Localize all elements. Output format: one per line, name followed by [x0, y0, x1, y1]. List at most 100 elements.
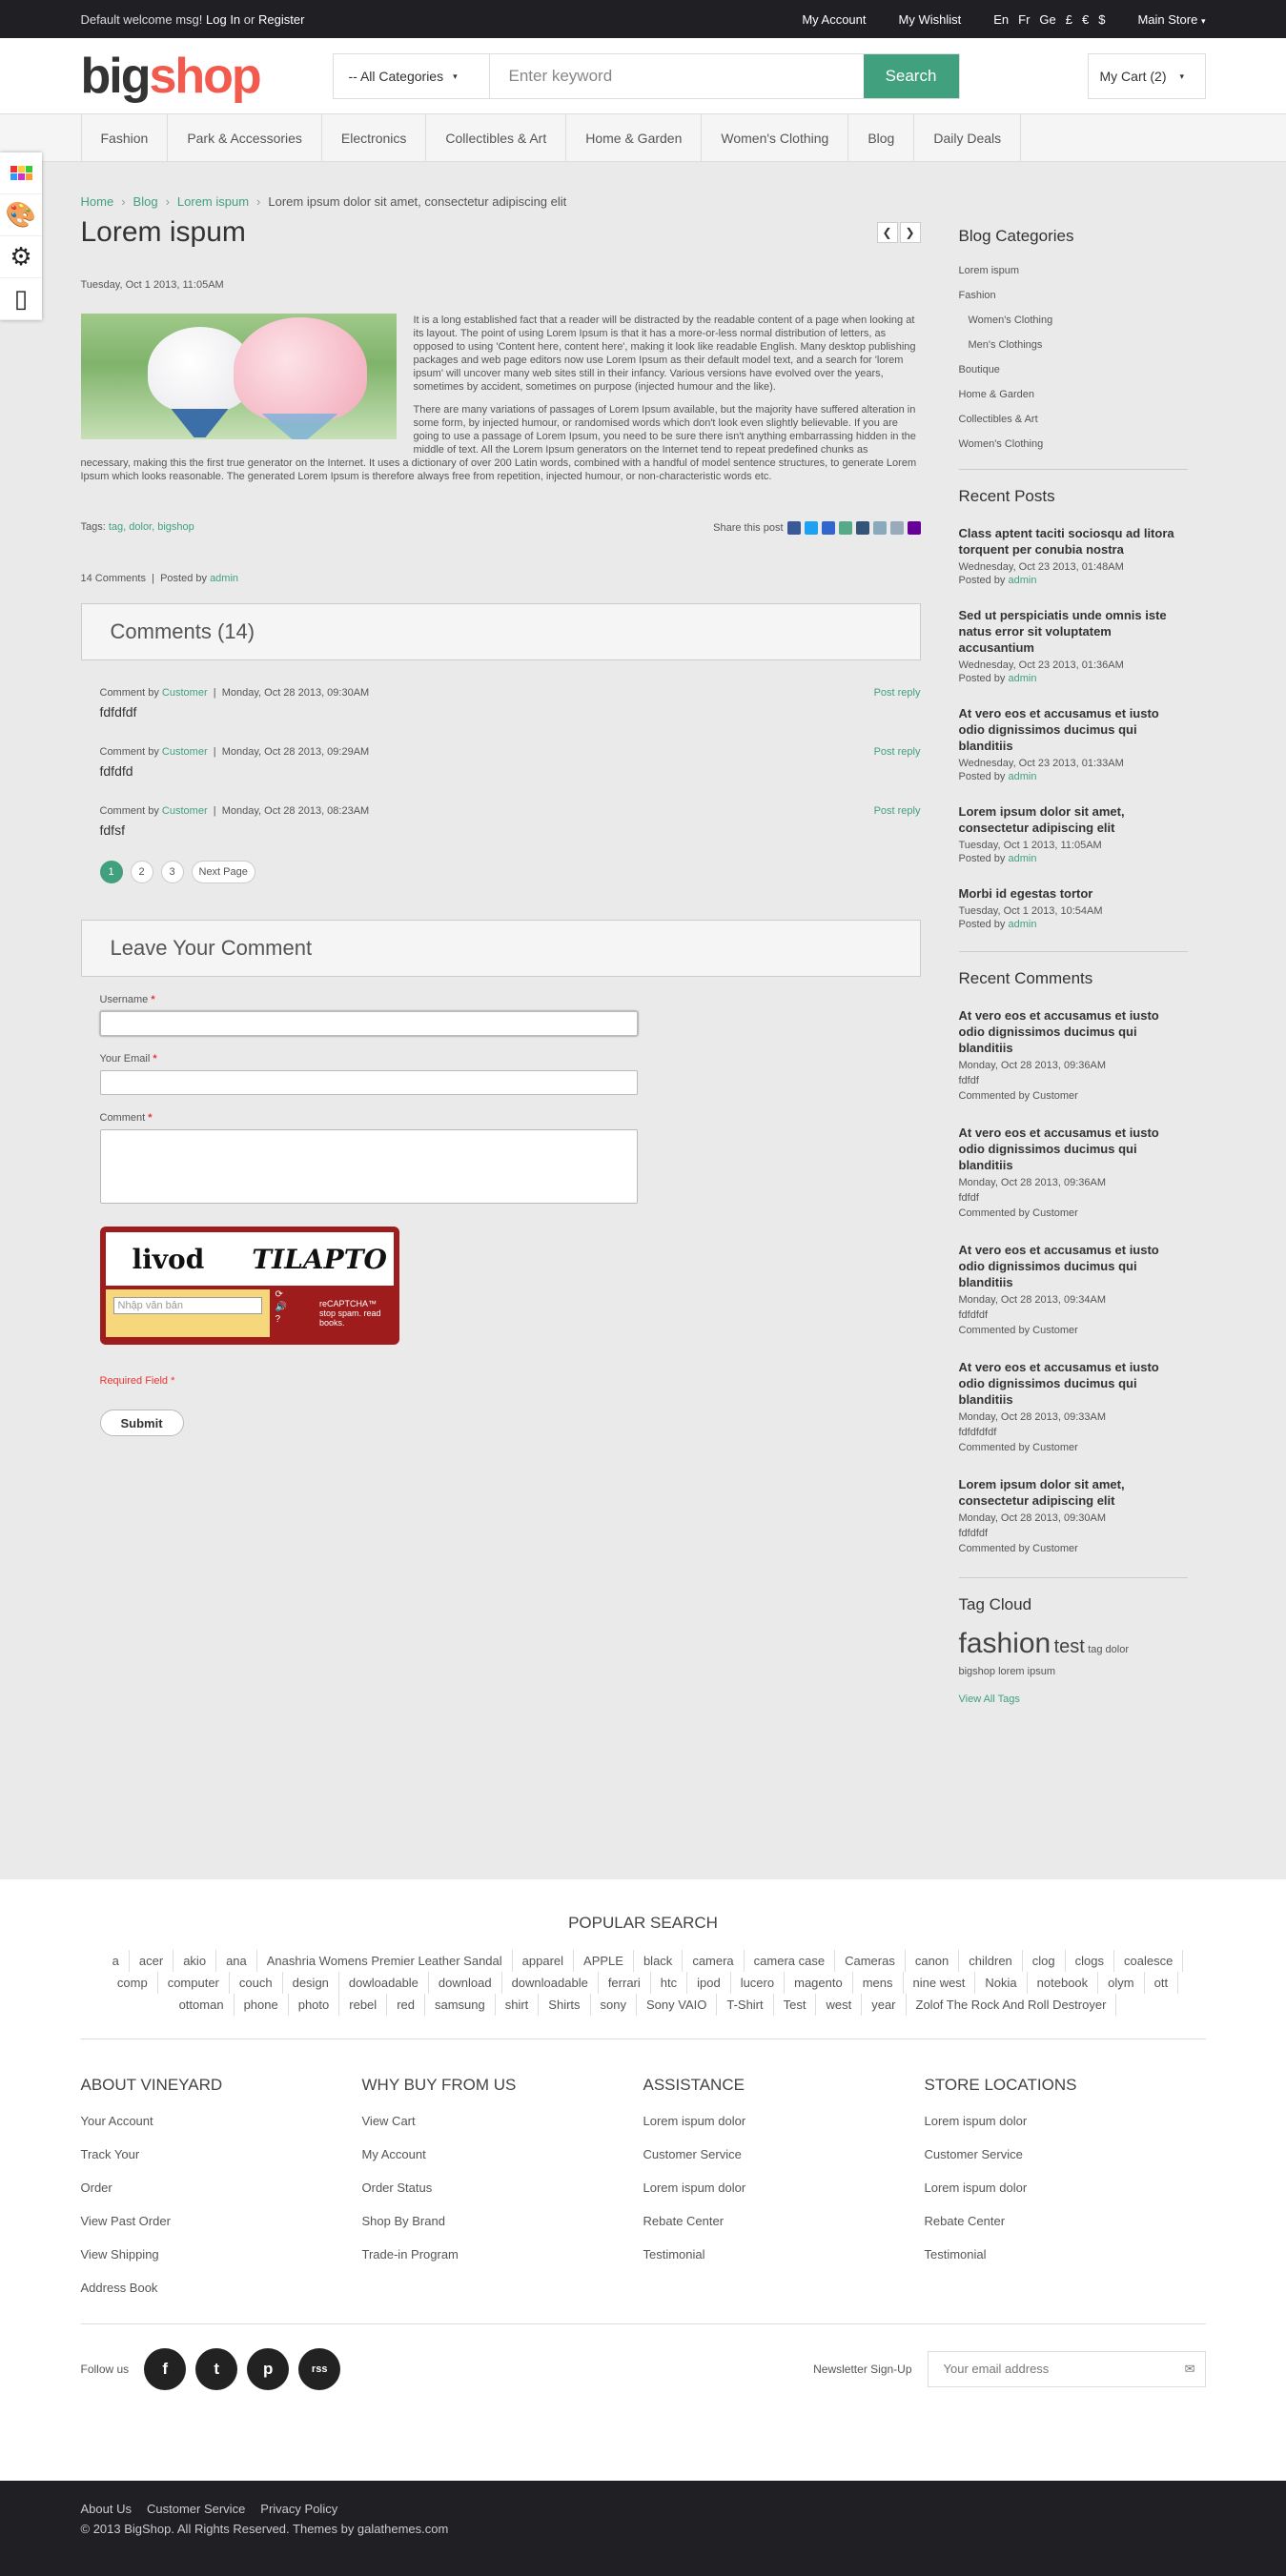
popular-search-link[interactable]: couch	[230, 1972, 283, 1994]
about-us-link[interactable]: About Us	[81, 2502, 132, 2516]
login-link[interactable]: Log In	[206, 12, 240, 27]
popular-search-link[interactable]: phone	[235, 1994, 289, 2016]
tag-link[interactable]: bigshop lorem ipsum	[959, 1666, 1056, 1677]
author-link[interactable]: admin	[1008, 919, 1036, 930]
twitter-icon[interactable]: t	[195, 2347, 238, 2390]
popular-search-link[interactable]: APPLE	[574, 1950, 634, 1972]
popular-search-link[interactable]: ottoman	[170, 1994, 235, 2016]
popular-search-link[interactable]: download	[429, 1972, 502, 1994]
popular-search-link[interactable]: olym	[1098, 1972, 1145, 1994]
footer-link[interactable]: My Account	[362, 2147, 643, 2161]
popular-search-link[interactable]: magento	[785, 1972, 853, 1994]
post-reply-link[interactable]: Post reply	[874, 746, 921, 758]
newsletter-email-input[interactable]: Your email address ✉	[927, 2350, 1206, 2387]
reddit-icon[interactable]	[872, 521, 887, 535]
author-link[interactable]: admin	[210, 573, 238, 584]
privacy-policy-link[interactable]: Privacy Policy	[260, 2502, 337, 2516]
footer-link[interactable]: View Cart	[362, 2114, 643, 2128]
footer-link[interactable]: Track Your	[81, 2147, 362, 2161]
popular-search-link[interactable]: ferrari	[599, 1972, 651, 1994]
category-link[interactable]: Lorem ispum	[959, 265, 1188, 276]
stumble-icon[interactable]	[838, 521, 852, 535]
popular-search-link[interactable]: clogs	[1066, 1950, 1115, 1972]
tag-link[interactable]: tag dolor	[1088, 1644, 1129, 1655]
footer-link[interactable]: Order	[81, 2180, 362, 2195]
author-link[interactable]: admin	[1008, 853, 1036, 864]
yahoo-icon[interactable]	[907, 521, 921, 535]
category-link[interactable]: Home & Garden	[959, 389, 1188, 400]
popular-search-link[interactable]: year	[862, 1994, 907, 2016]
footer-link[interactable]: Lorem ispum dolor	[643, 2114, 925, 2128]
gear-icon[interactable]: ⚙	[0, 236, 42, 278]
popular-search-link[interactable]: ott	[1145, 1972, 1179, 1994]
nav-electronics[interactable]: Electronics	[320, 114, 425, 162]
nav-blog[interactable]: Blog	[847, 114, 913, 162]
popular-search-link[interactable]: photo	[289, 1994, 340, 2016]
cart-button[interactable]: My Cart (2) ▾	[1087, 53, 1206, 99]
username-input[interactable]	[99, 1011, 638, 1036]
submit-button[interactable]: Submit	[99, 1410, 184, 1436]
customer-service-link[interactable]: Customer Service	[147, 2502, 245, 2516]
page-2[interactable]: 2	[130, 861, 153, 883]
comment-textarea[interactable]	[99, 1129, 638, 1204]
popular-search-link[interactable]: akio	[174, 1950, 217, 1972]
popular-search-link[interactable]: children	[959, 1950, 1023, 1972]
popular-search-link[interactable]: design	[283, 1972, 339, 1994]
email-input[interactable]	[99, 1070, 638, 1095]
audio-icon[interactable]: 🔊	[276, 1302, 287, 1312]
popular-search-link[interactable]: comp	[108, 1972, 158, 1994]
footer-link[interactable]: View Shipping	[81, 2247, 362, 2262]
popular-search-link[interactable]: shirt	[496, 1994, 540, 2016]
popular-search-link[interactable]: camera case	[745, 1950, 836, 1972]
nav-womens-clothing[interactable]: Women's Clothing	[701, 114, 847, 162]
captcha-input[interactable]: Nhập văn bản	[112, 1297, 262, 1314]
popular-search-link[interactable]: west	[816, 1994, 863, 2016]
recent-post-link[interactable]: Class aptent taciti sociosqu ad litora t…	[959, 525, 1188, 558]
breadcrumb-category[interactable]: Lorem ispum	[177, 194, 249, 209]
category-link[interactable]: Collectibles & Art	[959, 414, 1188, 425]
popular-search-link[interactable]: ipod	[687, 1972, 731, 1994]
popular-search-link[interactable]: black	[634, 1950, 684, 1972]
recent-comment-link[interactable]: Lorem ipsum dolor sit amet, consectetur …	[959, 1476, 1188, 1509]
popular-search-link[interactable]: sony	[591, 1994, 637, 2016]
lang-fr[interactable]: Fr	[1018, 12, 1030, 27]
envelope-icon[interactable]: ✉	[1185, 2362, 1195, 2377]
palette-icon[interactable]: 🎨	[0, 194, 42, 236]
view-all-tags-link[interactable]: View All Tags	[959, 1694, 1020, 1705]
lang-en[interactable]: En	[993, 12, 1009, 27]
category-link[interactable]: Boutique	[959, 364, 1188, 375]
footer-link[interactable]: Trade-in Program	[362, 2247, 643, 2262]
help-icon[interactable]: ?	[276, 1314, 287, 1325]
facebook-icon[interactable]: f	[144, 2347, 187, 2390]
popular-search-link[interactable]: lucero	[731, 1972, 786, 1994]
popular-search-link[interactable]: acer	[130, 1950, 174, 1972]
store-switcher[interactable]: Main Store ▾	[1137, 12, 1205, 27]
search-input[interactable]: Enter keyword	[490, 54, 864, 98]
footer-link[interactable]: Customer Service	[925, 2147, 1206, 2161]
post-reply-link[interactable]: Post reply	[874, 805, 921, 817]
next-post-icon[interactable]: ❯	[899, 222, 921, 243]
page-3[interactable]: 3	[160, 861, 184, 883]
popular-search-link[interactable]: apparel	[513, 1950, 575, 1972]
footer-link[interactable]: View Past Order	[81, 2214, 362, 2228]
popular-search-link[interactable]: Nokia	[975, 1972, 1028, 1994]
popular-search-link[interactable]: red	[387, 1994, 425, 2016]
post-reply-link[interactable]: Post reply	[874, 687, 921, 699]
popular-search-link[interactable]: canon	[906, 1950, 960, 1972]
footer-link[interactable]: Lorem ispum dolor	[925, 2180, 1206, 2195]
rss-icon[interactable]: rss	[298, 2347, 341, 2390]
popular-search-link[interactable]: clog	[1023, 1950, 1066, 1972]
category-link[interactable]: Men's Clothings	[959, 339, 1188, 351]
color-swatch-icon[interactable]	[0, 152, 42, 194]
popular-search-link[interactable]: rebel	[339, 1994, 388, 2016]
recent-comment-link[interactable]: At vero eos et accusamus et iusto odio d…	[959, 1007, 1188, 1056]
popular-search-link[interactable]: samsung	[425, 1994, 496, 2016]
nav-home-garden[interactable]: Home & Garden	[565, 114, 701, 162]
category-link[interactable]: Women's Clothing	[959, 438, 1188, 450]
popular-search-link[interactable]: coalesce	[1114, 1950, 1184, 1972]
popular-search-link[interactable]: dowloadable	[339, 1972, 429, 1994]
popular-search-link[interactable]: Shirts	[539, 1994, 591, 2016]
popular-search-link[interactable]: downloadable	[502, 1972, 599, 1994]
popular-search-link[interactable]: mens	[853, 1972, 904, 1994]
footer-link[interactable]: Lorem ispum dolor	[925, 2114, 1206, 2128]
